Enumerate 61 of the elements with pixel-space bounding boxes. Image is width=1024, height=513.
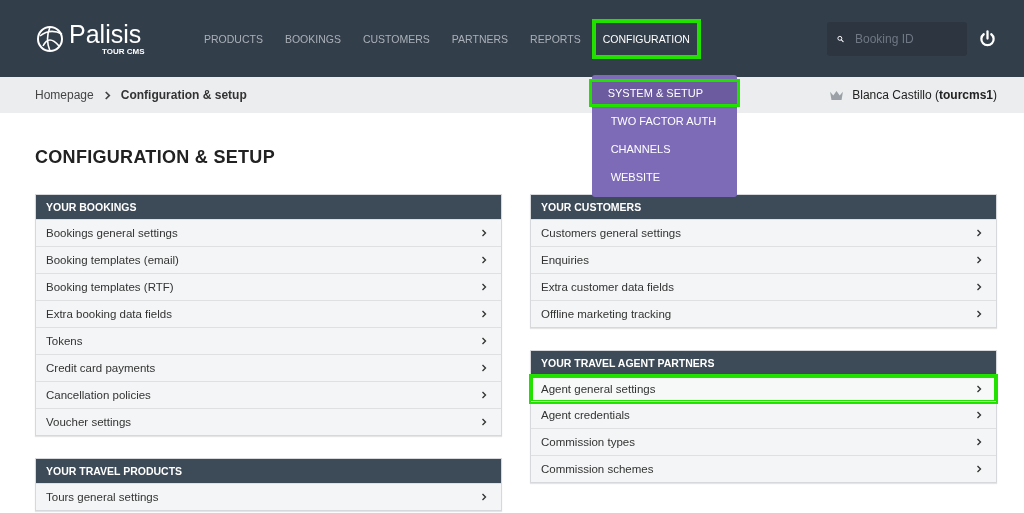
chevron-icon (481, 336, 487, 346)
settings-link[interactable]: Booking templates (RTF) (36, 273, 501, 300)
settings-link[interactable]: Extra customer data fields (531, 273, 996, 300)
nav-link[interactable]: BOOKINGS (273, 18, 352, 59)
settings-link[interactable]: Customers general settings (531, 219, 996, 246)
chevron-icon (481, 390, 487, 400)
chevron-icon (481, 255, 487, 265)
panel-heading: YOUR TRAVEL AGENT PARTNERS (531, 351, 996, 375)
chevron-icon (481, 309, 487, 319)
globe-logo-icon (35, 23, 65, 54)
nav-link[interactable]: PARTNERS (440, 18, 520, 59)
settings-link[interactable]: Credit card payments (36, 354, 501, 381)
settings-link[interactable]: Extra booking data fields (36, 300, 501, 327)
chevron-icon (481, 492, 487, 502)
settings-link[interactable]: Commission types (531, 428, 996, 455)
dropdown-item[interactable]: TWO FACTOR AUTH (591, 106, 737, 135)
chevron-icon (976, 282, 982, 292)
chevron-icon (976, 228, 982, 238)
settings-link[interactable]: Offline marketing tracking (531, 300, 996, 327)
logo-tagline: TOUR CMS (102, 47, 145, 56)
dropdown-item[interactable]: WEBSITE (591, 162, 737, 191)
dropdown-item[interactable]: CHANNELS (591, 134, 737, 163)
settings-link[interactable]: Agent general settings (529, 374, 998, 404)
breadcrumb-link[interactable]: Configuration & setup (120, 88, 247, 102)
chevron-icon (976, 255, 982, 265)
search-input[interactable]: Booking ID (853, 30, 957, 47)
chevron-icon (976, 384, 982, 394)
breadcrumb-link[interactable]: Homepage (35, 88, 94, 102)
search-field[interactable]: Booking ID (827, 21, 967, 56)
settings-link[interactable]: Booking templates (email) (36, 246, 501, 273)
settings-link[interactable]: Enquiries (531, 246, 996, 273)
nav-link[interactable]: CUSTOMERS (351, 18, 441, 59)
dropdown-item[interactable]: SYSTEM & SETUP (588, 78, 740, 107)
user-name: Blanca Castillo (tourcms1) (852, 88, 997, 102)
page-title: CONFIGURATION & SETUP (35, 147, 275, 167)
chevron-icon (481, 363, 487, 373)
chevron-icon (976, 437, 982, 447)
settings-link[interactable]: Tokens (36, 327, 501, 354)
settings-link[interactable]: Voucher settings (36, 408, 501, 435)
settings-link[interactable]: Tours general settings (36, 483, 501, 510)
chevron-icon (976, 464, 982, 474)
settings-link[interactable]: Agent credentials (531, 401, 996, 428)
panel-heading: YOUR BOOKINGS (36, 195, 501, 219)
chevron-icon (976, 410, 982, 420)
chevron-icon (481, 228, 487, 238)
crown-icon (829, 89, 845, 101)
nav-link[interactable]: PRODUCTS (193, 18, 274, 59)
settings-link[interactable]: Cancellation policies (36, 381, 501, 408)
logo[interactable]: Palisis TOUR CMS (35, 21, 193, 56)
chevron-icon (481, 417, 487, 427)
settings-link[interactable]: Commission schemes (531, 455, 996, 482)
chevron-icon (103, 89, 111, 101)
nav-link[interactable]: REPORTS (519, 18, 592, 59)
nav-link[interactable]: CONFIGURATION (591, 18, 701, 59)
logo-name: Palisis (69, 21, 143, 47)
panel-heading: YOUR CUSTOMERS (531, 195, 996, 219)
settings-link[interactable]: Bookings general settings (36, 219, 501, 246)
panel-heading: YOUR TRAVEL PRODUCTS (36, 459, 501, 483)
power-icon[interactable] (979, 30, 996, 47)
chevron-icon (976, 309, 982, 319)
chevron-icon (481, 282, 487, 292)
